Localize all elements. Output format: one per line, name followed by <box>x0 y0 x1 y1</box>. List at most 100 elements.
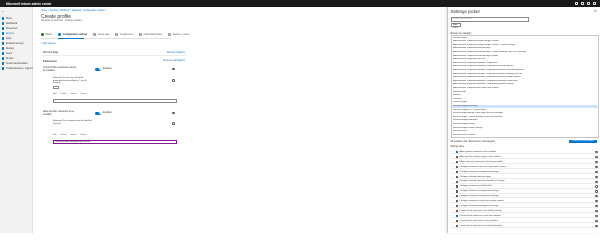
gear-icon[interactable] <box>581 1 584 5</box>
setting-checkbox[interactable] <box>455 205 458 208</box>
add-settings-link[interactable]: + Add settings <box>41 43 56 45</box>
export-button[interactable]: Export <box>81 134 87 136</box>
category-item[interactable]: Microsoft Office\Outlook <box>453 134 599 138</box>
avatar[interactable] <box>593 1 596 5</box>
chevron-right-icon[interactable]: › <box>451 155 452 159</box>
info-icon[interactable] <box>595 224 598 227</box>
picker-search-input[interactable]: Search for a setting <box>450 17 529 22</box>
result-row[interactable]: › Configure extension management settings <box>450 194 599 199</box>
sidebar-item-devices[interactable]: Devices <box>2 32 14 35</box>
chevron-right-icon[interactable]: › <box>451 199 452 203</box>
edit-button[interactable]: Edit <box>53 134 57 136</box>
result-row[interactable]: › Control which extensions can be install… <box>450 219 599 223</box>
remove-subcategory-link[interactable]: Remove subcategory <box>163 60 185 62</box>
setting1-value-input[interactable]: * <box>53 99 177 103</box>
result-row[interactable]: › Configure extension and user script ins… <box>450 165 599 170</box>
step-scope-tags[interactable]: Scope tags <box>93 33 109 36</box>
info-icon[interactable] <box>595 214 598 218</box>
info-icon[interactable] <box>595 170 598 173</box>
setting-checkbox[interactable] <box>455 175 458 178</box>
setting-checkbox[interactable] <box>455 224 458 227</box>
info-icon[interactable] <box>595 156 598 159</box>
sidebar-item-endpoint-security[interactable]: Endpoint security <box>2 42 24 45</box>
info-icon[interactable] <box>595 205 598 208</box>
step-assignments[interactable]: Assignments <box>115 33 133 36</box>
info-icon[interactable] <box>595 165 598 169</box>
setting-checkbox[interactable] <box>455 160 458 164</box>
result-row[interactable]: › Configure extension management settings <box>450 189 599 194</box>
setting-checkbox[interactable] <box>455 185 458 188</box>
setting1-mini-field[interactable] <box>53 86 59 89</box>
chevron-right-icon[interactable]: › <box>451 150 452 154</box>
breadcrumb[interactable]: Home > Devices | Windows > Windows | Con… <box>41 10 107 12</box>
sidebar-item-reports[interactable]: Reports <box>2 47 14 50</box>
result-row[interactable]: › Configure extension management settings <box>450 170 599 174</box>
info-icon[interactable] <box>595 219 598 222</box>
info-icon[interactable] <box>595 160 598 164</box>
info-icon[interactable] <box>595 185 598 188</box>
import-button[interactable]: Import <box>71 93 77 95</box>
setting-checkbox[interactable] <box>455 200 458 203</box>
result-row[interactable]: › Control which extensions cannot be inst… <box>450 214 599 219</box>
info-icon[interactable] <box>172 79 175 82</box>
setting2-value-input[interactable]: odfafepnkmbhccpbejgmiehpchacaeak <box>53 140 177 144</box>
info-icon[interactable] <box>595 209 598 213</box>
setting-checkbox[interactable] <box>455 151 458 154</box>
sidebar-item-groups[interactable]: Groups <box>2 57 13 60</box>
step-applicability-rules[interactable]: Applicability Rules <box>138 33 162 36</box>
result-row[interactable]: › Configure allowed extension manifest v2… <box>450 179 599 184</box>
sidebar-item-dashboard[interactable]: Dashboard <box>2 22 17 25</box>
info-icon[interactable] <box>595 190 598 193</box>
chevron-right-icon[interactable]: › <box>451 184 452 188</box>
edit-button[interactable]: Edit <box>53 93 57 95</box>
info-icon[interactable] <box>595 180 598 183</box>
chevron-right-icon[interactable]: › <box>451 204 452 208</box>
export-button[interactable]: Export <box>81 93 87 95</box>
chevron-right-icon[interactable]: › <box>451 194 452 198</box>
result-row[interactable]: › Control which extensions are installed … <box>450 209 599 214</box>
result-row[interactable]: › Blocks external extensions from being i… <box>450 160 599 165</box>
info-icon[interactable] <box>172 111 175 115</box>
setting-checkbox[interactable] <box>455 180 458 183</box>
chevron-right-icon[interactable]: › <box>451 209 452 213</box>
sidebar-item-tenant-admin[interactable]: Tenant administration <box>2 62 28 65</box>
step-configuration-settings[interactable]: Configuration settings <box>58 33 87 36</box>
setting-checkbox[interactable] <box>455 190 458 193</box>
chevron-right-icon[interactable]: › <box>451 219 452 223</box>
select-all-button[interactable]: Select all these settings <box>569 139 597 143</box>
setting2-toggle[interactable] <box>95 111 101 115</box>
setting-checkbox[interactable] <box>455 170 458 173</box>
import-button[interactable]: Import <box>71 134 77 136</box>
info-icon[interactable] <box>595 151 598 154</box>
result-row[interactable]: › Allow specific extension types to be in… <box>450 155 599 160</box>
info-icon[interactable] <box>595 200 598 203</box>
result-row[interactable]: › Control which extensions are blocked by… <box>450 224 599 228</box>
result-row[interactable]: › Configure extension management settings <box>450 204 599 209</box>
info-icon[interactable] <box>172 122 175 125</box>
result-row[interactable]: › Configure extension control over privat… <box>450 199 599 204</box>
setting-checkbox[interactable] <box>455 219 458 222</box>
sidebar-item-users[interactable]: Users <box>2 52 12 55</box>
result-row[interactable]: › Allow specific extensions to be install… <box>450 150 599 155</box>
info-icon[interactable] <box>595 195 598 198</box>
chevron-right-icon[interactable]: › <box>451 189 452 193</box>
result-row[interactable]: › Configure extension install blocklist <box>450 184 599 189</box>
close-icon[interactable]: ✕ <box>594 9 597 13</box>
info-icon[interactable] <box>172 67 175 71</box>
delete-button[interactable]: Delete <box>61 134 67 136</box>
setting-checkbox[interactable] <box>455 165 458 169</box>
delete-button[interactable]: Delete <box>61 93 67 95</box>
sidebar-item-troubleshooting[interactable]: Troubleshooting + support <box>2 67 33 70</box>
info-icon[interactable] <box>595 175 598 178</box>
notifications-icon[interactable] <box>575 1 578 5</box>
chevron-right-icon[interactable]: › <box>451 165 452 169</box>
sidebar-item-home[interactable]: Home <box>2 17 12 20</box>
sidebar-item-apps[interactable]: Apps <box>2 37 11 40</box>
category-list[interactable]: Microsoft Edge Administrative Templates\G… <box>450 35 600 138</box>
setting-checkbox[interactable] <box>455 209 458 213</box>
setting-checkbox[interactable] <box>455 156 458 159</box>
step-basics[interactable]: Basics <box>41 33 52 36</box>
chevron-right-icon[interactable]: › <box>451 170 452 174</box>
help-icon[interactable] <box>587 1 590 5</box>
step-review-create[interactable]: Review + create <box>168 33 189 36</box>
